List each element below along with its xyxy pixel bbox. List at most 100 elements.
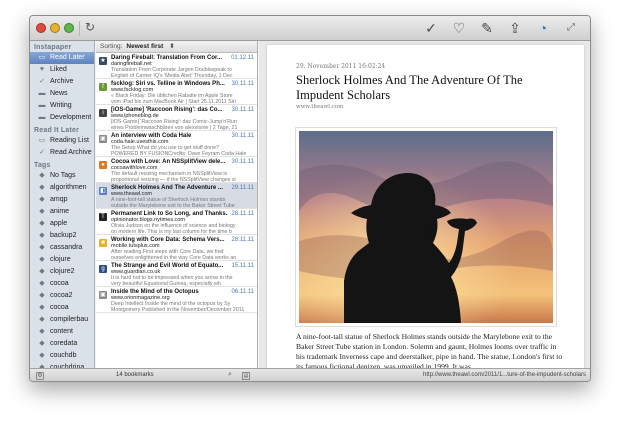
article-row-date: 29.11.11 bbox=[231, 185, 254, 191]
folder-icon: ▬ bbox=[38, 90, 46, 97]
sidebar-tag-label: couchdb bbox=[50, 352, 77, 359]
tag-icon: ◆ bbox=[39, 304, 45, 311]
search-icon[interactable]: ⌕ bbox=[228, 371, 232, 379]
sidebar-tag[interactable]: ◆ algorithmen bbox=[30, 182, 94, 194]
edit-icon[interactable]: ✎ bbox=[478, 19, 496, 37]
sidebar-section-read-it-later: Read It Later bbox=[34, 127, 79, 134]
article-row-title: An interview with Coda Hale bbox=[111, 133, 192, 139]
settings-gear-icon[interactable]: ⚙ bbox=[36, 372, 44, 380]
sidebar-section-instapaper: Instapaper bbox=[34, 44, 72, 51]
tag-icon: ◆ bbox=[39, 328, 45, 335]
toolbar-actions: ✓ ♡ ✎ ⇪ ◔ ⤢ bbox=[422, 19, 580, 37]
refresh-icon[interactable]: ↻ bbox=[83, 20, 97, 34]
check-icon[interactable]: ✓ bbox=[422, 19, 440, 37]
favicon-icon: ▣ bbox=[99, 291, 107, 299]
article-source[interactable]: www.theawl.com bbox=[296, 104, 343, 110]
tag-icon: ◆ bbox=[39, 184, 45, 191]
sidebar-tag[interactable]: ◆ backup2 bbox=[30, 230, 94, 242]
article-row-date: 15.11.11 bbox=[231, 263, 254, 269]
article-row[interactable]: ◧ Sherlock Holmes And The Adventure ... 29… bbox=[96, 183, 257, 209]
instapaper-share-icon[interactable]: ◔ bbox=[534, 19, 552, 37]
tag-icon: ◆ bbox=[39, 268, 45, 275]
sidebar-tag[interactable]: ◆ cocoa bbox=[30, 302, 94, 314]
article-row-date: 28.11.11 bbox=[231, 237, 254, 243]
article-body: A nine-foot-tall statue of Sherlock Holm… bbox=[296, 332, 563, 368]
favicon-icon: ▣ bbox=[99, 135, 107, 143]
article-row-title: Permanent Link to So Long, and Thanks... bbox=[111, 211, 228, 217]
article-row-date: 30.11.11 bbox=[231, 159, 254, 165]
sidebar-item-development[interactable]: ▬ Development bbox=[30, 112, 94, 124]
favicon-icon: i bbox=[99, 109, 107, 117]
sidebar-item-writing[interactable]: ▬ Writing bbox=[30, 100, 94, 112]
sidebar-tag[interactable]: ◆ anime bbox=[30, 206, 94, 218]
inbox-icon: ▭ bbox=[38, 137, 46, 144]
article-row[interactable]: g The Strange and Evil World of Equato...… bbox=[96, 261, 257, 287]
sidebar-tag-label: No Tags bbox=[50, 172, 76, 179]
article-row[interactable]: T Permanent Link to So Long, and Thanks..… bbox=[96, 209, 257, 235]
tag-icon: ◆ bbox=[39, 232, 45, 239]
article-row[interactable]: ★ Daring Fireball: Translation From Cor..… bbox=[96, 53, 257, 79]
sidebar-tag-label: apple bbox=[50, 220, 68, 227]
sidebar-tag[interactable]: ◆ coredata bbox=[30, 338, 94, 350]
sidebar-item-label: News bbox=[50, 90, 68, 97]
sidebar-tag[interactable]: ◆ cocoa2 bbox=[30, 290, 94, 302]
check-icon: ✓ bbox=[39, 78, 45, 85]
tag-icon: ◆ bbox=[39, 292, 45, 299]
tag-icon: ◆ bbox=[39, 172, 45, 179]
tag-icon: ◆ bbox=[39, 280, 45, 287]
favicon-icon: g bbox=[99, 265, 107, 273]
heart-icon[interactable]: ♡ bbox=[450, 19, 468, 37]
share-icon[interactable]: ⇪ bbox=[506, 19, 524, 37]
article-row[interactable]: ● Cocoa with Love: An NSSplitView dele...… bbox=[96, 157, 257, 183]
sort-select[interactable]: Newest first bbox=[126, 43, 163, 50]
fullscreen-icon[interactable]: ⤢ bbox=[562, 19, 580, 37]
minimize-button[interactable] bbox=[50, 23, 60, 33]
article-row[interactable]: ▣ Inside the Mind of the Octopus 06.11.11 w… bbox=[96, 287, 257, 313]
sidebar-item-reading-list[interactable]: ▭ Reading List bbox=[30, 135, 94, 147]
close-button[interactable] bbox=[36, 23, 46, 33]
article-url[interactable]: http://www.theawl.com/2011/1...ture-of-t… bbox=[423, 372, 586, 378]
article-row[interactable]: f fscklog: Siri vs. Telline in Windows Ph… bbox=[96, 79, 257, 105]
titlebar: ↻ ✓ ♡ ✎ ⇪ ◔ ⤢ bbox=[30, 16, 590, 41]
article-row[interactable]: ■ Working with Core Data: Schema Vers... 2… bbox=[96, 235, 257, 261]
sidebar-tag[interactable]: ◆ amqp bbox=[30, 194, 94, 206]
article-row-date: 01.12.11 bbox=[231, 55, 254, 61]
bookmark-count: 14 bookmarks bbox=[116, 372, 154, 378]
sidebar-tag[interactable]: ◆ apple bbox=[30, 218, 94, 230]
tag-icon: ◆ bbox=[39, 196, 45, 203]
zoom-button[interactable] bbox=[64, 23, 74, 33]
sidebar-tag-label: algorithmen bbox=[50, 184, 87, 191]
sidebar-tag[interactable]: ◆ couchdb bbox=[30, 350, 94, 362]
favicon-icon: ■ bbox=[99, 239, 107, 247]
sidebar-tag[interactable]: ◆ cassandra bbox=[30, 242, 94, 254]
sort-arrows-icon[interactable]: ⬍ bbox=[169, 43, 174, 50]
sidebar-item-news[interactable]: ▬ News bbox=[30, 88, 94, 100]
article-row[interactable]: ▣ An interview with Coda Hale 30.11.11 coda… bbox=[96, 131, 257, 157]
sidebar-tag-label: cassandra bbox=[50, 244, 83, 251]
app-window: ↻ ✓ ♡ ✎ ⇪ ◔ ⤢ Instapaper ▭ Read Later ♥ Lik… bbox=[29, 15, 591, 382]
sidebar-item-liked[interactable]: ♥ Liked bbox=[30, 64, 94, 76]
sidebar-tag[interactable]: ◆ content bbox=[30, 326, 94, 338]
tag-icon: ◆ bbox=[39, 256, 45, 263]
sidebar-item-read-later[interactable]: ▭ Read Later bbox=[30, 52, 94, 64]
folder-icon: ▬ bbox=[38, 102, 46, 109]
article-row-title: Daring Fireball: Translation From Cor... bbox=[111, 55, 223, 61]
sidebar-tag-label: compilerbau bbox=[50, 316, 89, 323]
sidebar-tag[interactable]: ◆ No Tags bbox=[30, 170, 94, 182]
sidebar-tag[interactable]: ◆ clojure2 bbox=[30, 266, 94, 278]
article-row-date: 30.11.11 bbox=[231, 133, 254, 139]
favicon-icon: T bbox=[99, 213, 107, 221]
tag-icon: ◆ bbox=[39, 340, 45, 347]
sidebar-item-label: Development bbox=[50, 114, 92, 121]
favicon-icon: ★ bbox=[99, 57, 107, 65]
article-row[interactable]: i [iOS-Game] 'Raccoon Rising': das Co... 3… bbox=[96, 105, 257, 131]
sidebar-tag[interactable]: ◆ compilerbau bbox=[30, 314, 94, 326]
sidebar-item-read-archive[interactable]: ✓ Read Archive bbox=[30, 147, 94, 159]
status-bar: ⚙ 14 bookmarks ⌕ ▤ http://www.theawl.com… bbox=[30, 368, 590, 381]
article-row-title: The Strange and Evil World of Equato... bbox=[111, 263, 224, 269]
article-row-date: 28.11.11 bbox=[231, 211, 254, 217]
sidebar-item-archive[interactable]: ✓ Archive bbox=[30, 76, 94, 88]
sidebar-tag[interactable]: ◆ cocoa bbox=[30, 278, 94, 290]
scroll-to-current-icon[interactable]: ▤ bbox=[242, 372, 250, 380]
sidebar-tag[interactable]: ◆ clojure bbox=[30, 254, 94, 266]
